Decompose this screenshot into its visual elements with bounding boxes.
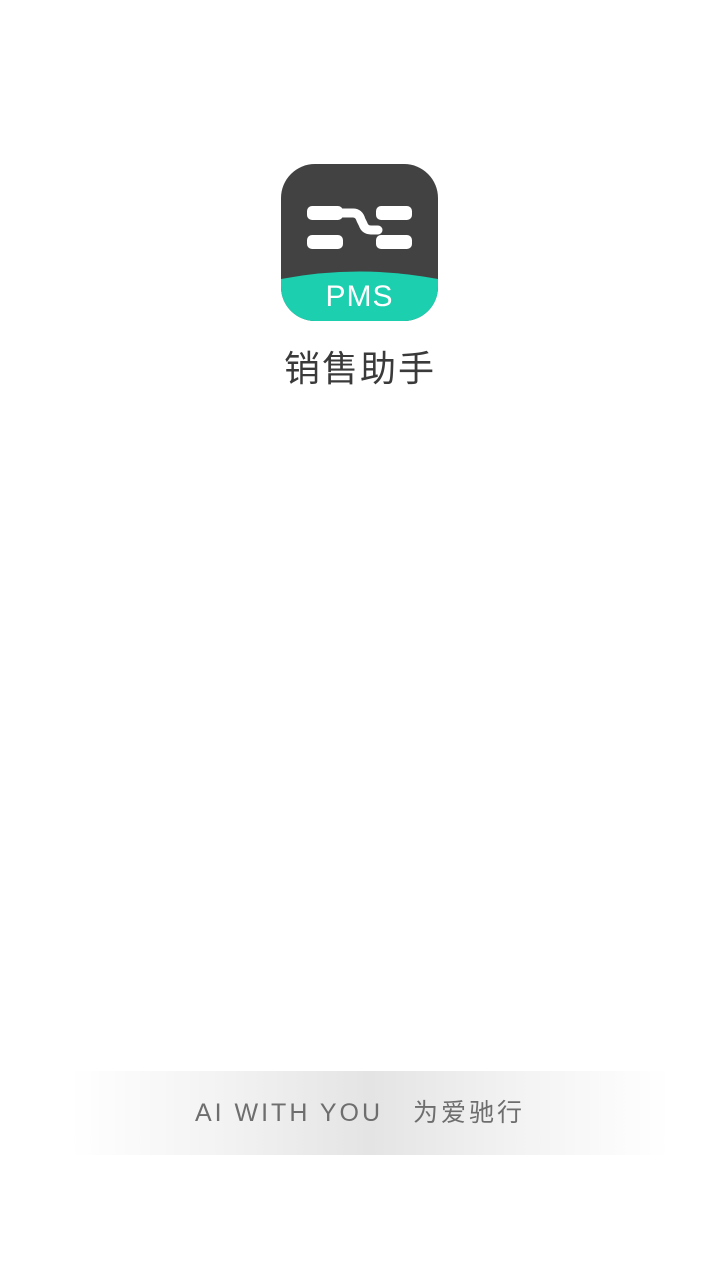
slogan: AI WITH YOU 为爱驰行: [0, 1091, 720, 1135]
slogan-english: AI WITH YOU: [194, 1099, 384, 1127]
app-logo-icon: PMS: [281, 164, 438, 321]
slogan-chinese: 为爱驰行: [413, 1099, 526, 1127]
splash-screen: PMS 销售助手 AI WITH YOU 为爱驰行: [0, 0, 720, 1280]
logo-badge-text: PMS: [325, 280, 394, 313]
app-title: 销售助手: [283, 349, 436, 390]
